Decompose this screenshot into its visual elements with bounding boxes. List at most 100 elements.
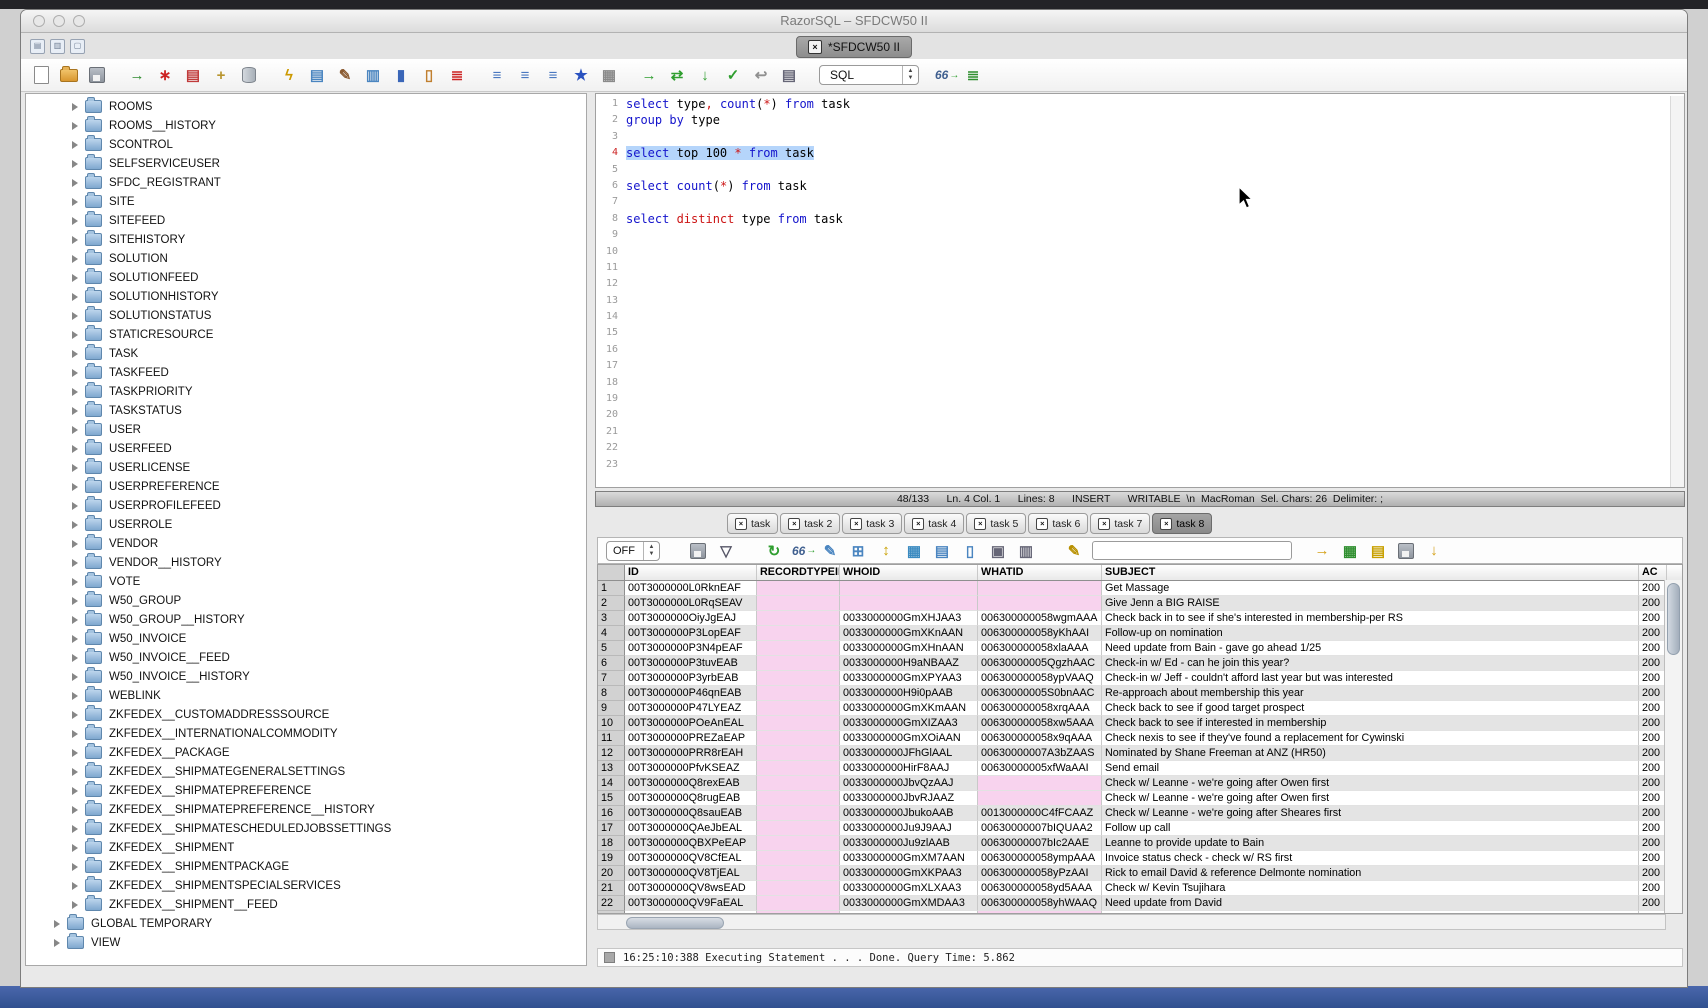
table-cell[interactable] (757, 761, 840, 776)
tree-item-task[interactable]: TASK (26, 344, 586, 363)
add-row-icon[interactable]: ⊞ (848, 541, 868, 561)
disclosure-triangle-icon[interactable] (72, 255, 78, 263)
close-tab-icon[interactable]: × (788, 518, 800, 530)
disclosure-triangle-icon[interactable] (72, 179, 78, 187)
tree-item-w50-invoice[interactable]: W50_INVOICE (26, 629, 586, 648)
table-row[interactable]: 1800T3000000QBXPeEAP0033000000Ju9zlAAB00… (598, 836, 1682, 851)
tree-item-sfdc-registrant[interactable]: SFDC_REGISTRANT (26, 173, 586, 192)
table-cell[interactable] (840, 581, 978, 596)
execute-sql-icon[interactable]: ϟ (279, 65, 299, 85)
table-cell[interactable]: 00T3000000P47LYEAZ (625, 701, 757, 716)
code-line[interactable] (626, 194, 1670, 210)
code-line[interactable] (626, 162, 1670, 178)
new-file-icon[interactable] (31, 65, 51, 85)
table-cell[interactable] (757, 836, 840, 851)
favorites-icon[interactable]: ★ (571, 65, 591, 85)
table-body[interactable]: 100T3000000L0RknEAFGet Massage200200T300… (598, 581, 1682, 914)
table-cell[interactable] (757, 701, 840, 716)
disclosure-triangle-icon[interactable] (72, 692, 78, 700)
code-line[interactable] (626, 129, 1670, 145)
import-data-icon[interactable]: → (127, 65, 147, 85)
tree-item-userfeed[interactable]: USERFEED (26, 439, 586, 458)
filter-sort-icon[interactable]: ▽ (716, 541, 736, 561)
table-cell[interactable] (757, 626, 840, 641)
row-number-cell[interactable]: 21 (598, 881, 625, 896)
table-cell[interactable]: 200 (1639, 821, 1667, 836)
table-cell[interactable]: Leanne to provide update to Bain (1102, 836, 1639, 851)
code-line[interactable] (626, 407, 1670, 423)
code-line[interactable] (626, 391, 1670, 407)
disclosure-triangle-icon[interactable] (72, 445, 78, 453)
table-cell[interactable]: 006300000058yhWAAQ (978, 896, 1102, 911)
table-cell[interactable]: 00T3000000L0RknEAF (625, 581, 757, 596)
close-tab-icon[interactable]: × (1160, 518, 1172, 530)
sort-rows-icon[interactable]: ↕ (876, 541, 896, 561)
results-search-input[interactable] (1092, 541, 1292, 560)
table-cell[interactable]: 00T3000000Q8sauEAB (625, 806, 757, 821)
grid-refresh-icon[interactable]: ▦ (904, 541, 924, 561)
row-number-cell[interactable]: 8 (598, 686, 625, 701)
table-horizontal-scrollbar[interactable] (597, 914, 1666, 930)
rollback-undo-icon[interactable]: ↩ (751, 65, 771, 85)
table-row[interactable]: 300T3000000OiyJgEAJ0033000000GmXHJAA3006… (598, 611, 1682, 626)
table-cell[interactable]: 00T3000000QV8TjEAL (625, 866, 757, 881)
disclosure-triangle-icon[interactable] (72, 388, 78, 396)
row-number-cell[interactable]: 7 (598, 671, 625, 686)
tree-item-zkfedex-shipmatepreference-history[interactable]: ZKFEDEX__SHIPMATEPREFERENCE__HISTORY (26, 800, 586, 819)
table-cell[interactable]: Need update from Bain - gave go ahead 1/… (1102, 641, 1639, 656)
tree-item-w50-invoice-feed[interactable]: W50_INVOICE__FEED (26, 648, 586, 667)
table-favorites-icon[interactable]: ▦ (599, 65, 619, 85)
table-cell[interactable]: 0033000000GmXHJAA3 (840, 611, 978, 626)
tree-item-sitefeed[interactable]: SITEFEED (26, 211, 586, 230)
table-cell[interactable]: 200 (1639, 716, 1667, 731)
table-cell[interactable]: Check w/ Kevin Tsujihara (1102, 881, 1639, 896)
disclosure-triangle-icon[interactable] (72, 236, 78, 244)
tree-item-global-temporary[interactable]: GLOBAL TEMPORARY (26, 914, 586, 933)
tree-item-userrole[interactable]: USERROLE (26, 515, 586, 534)
tree-item-solutionstatus[interactable]: SOLUTIONSTATUS (26, 306, 586, 325)
code-line[interactable]: select count(*) from task (626, 178, 1670, 194)
save-file-icon[interactable] (87, 65, 107, 85)
db-docs-icon[interactable]: ▮ (391, 65, 411, 85)
close-tab-icon[interactable]: × (1036, 518, 1048, 530)
code-line[interactable] (626, 358, 1670, 374)
close-tab-icon[interactable]: × (912, 518, 924, 530)
statement-type-select[interactable]: SQL ▲▼ (819, 65, 919, 85)
row-number-cell[interactable]: 18 (598, 836, 625, 851)
table-cell[interactable] (978, 776, 1102, 791)
table-cell[interactable]: 00T3000000L0RqSEAV (625, 596, 757, 611)
tree-item-zkfedex-shipment[interactable]: ZKFEDEX__SHIPMENT (26, 838, 586, 857)
table-cell[interactable]: 200 (1639, 626, 1667, 641)
table-cell[interactable] (757, 641, 840, 656)
row-number-cell[interactable]: 9 (598, 701, 625, 716)
code-line[interactable] (626, 309, 1670, 325)
disclosure-triangle-icon[interactable] (72, 559, 78, 567)
row-number-cell[interactable]: 12 (598, 746, 625, 761)
tree-item-sitehistory[interactable]: SITEHISTORY (26, 230, 586, 249)
table-row[interactable]: 2100T3000000QV8wsEAD0033000000GmXLXAA300… (598, 881, 1682, 896)
table-row[interactable]: 100T3000000L0RknEAFGet Massage200 (598, 581, 1682, 596)
disclosure-triangle-icon[interactable] (72, 787, 78, 795)
row-count-list-icon[interactable]: ≣ (963, 65, 983, 85)
table-cell[interactable]: 00630000007bIc2AAE (978, 836, 1102, 851)
table-cell[interactable] (978, 596, 1102, 611)
tree-item-userpreference[interactable]: USERPREFERENCE (26, 477, 586, 496)
table-row[interactable]: 800T3000000P46qnEAB0033000000H9i0pAAB006… (598, 686, 1682, 701)
code-line[interactable] (626, 457, 1670, 473)
table-row[interactable]: 700T3000000P3yrbEAB0033000000GmXPYAA3006… (598, 671, 1682, 686)
disclosure-triangle-icon[interactable] (72, 673, 78, 681)
table-cell[interactable]: 006300000058ympAAA (978, 851, 1102, 866)
forward-icon[interactable]: → (639, 65, 659, 85)
table-cell[interactable]: 0033000000JbukoAAB (840, 806, 978, 821)
column-header-recordtypeid[interactable]: RECORDTYPEID (757, 565, 840, 580)
download-rows-icon[interactable]: ↓ (1424, 541, 1444, 561)
table-cell[interactable]: 00T3000000P3tuvEAB (625, 656, 757, 671)
tree-item-w50-invoice-history[interactable]: W50_INVOICE__HISTORY (26, 667, 586, 686)
tree-item-user[interactable]: USER (26, 420, 586, 439)
single-record-icon[interactable]: ▯ (960, 541, 980, 561)
table-cell[interactable]: 200 (1639, 686, 1667, 701)
table-cell[interactable]: 0033000000H9i0pAAB (840, 686, 978, 701)
swap-connection-icon[interactable]: ⇄ (667, 65, 687, 85)
sql-editor[interactable]: 1234567891011121314151617181920212223 se… (595, 93, 1685, 488)
table-cell[interactable]: 200 (1639, 836, 1667, 851)
